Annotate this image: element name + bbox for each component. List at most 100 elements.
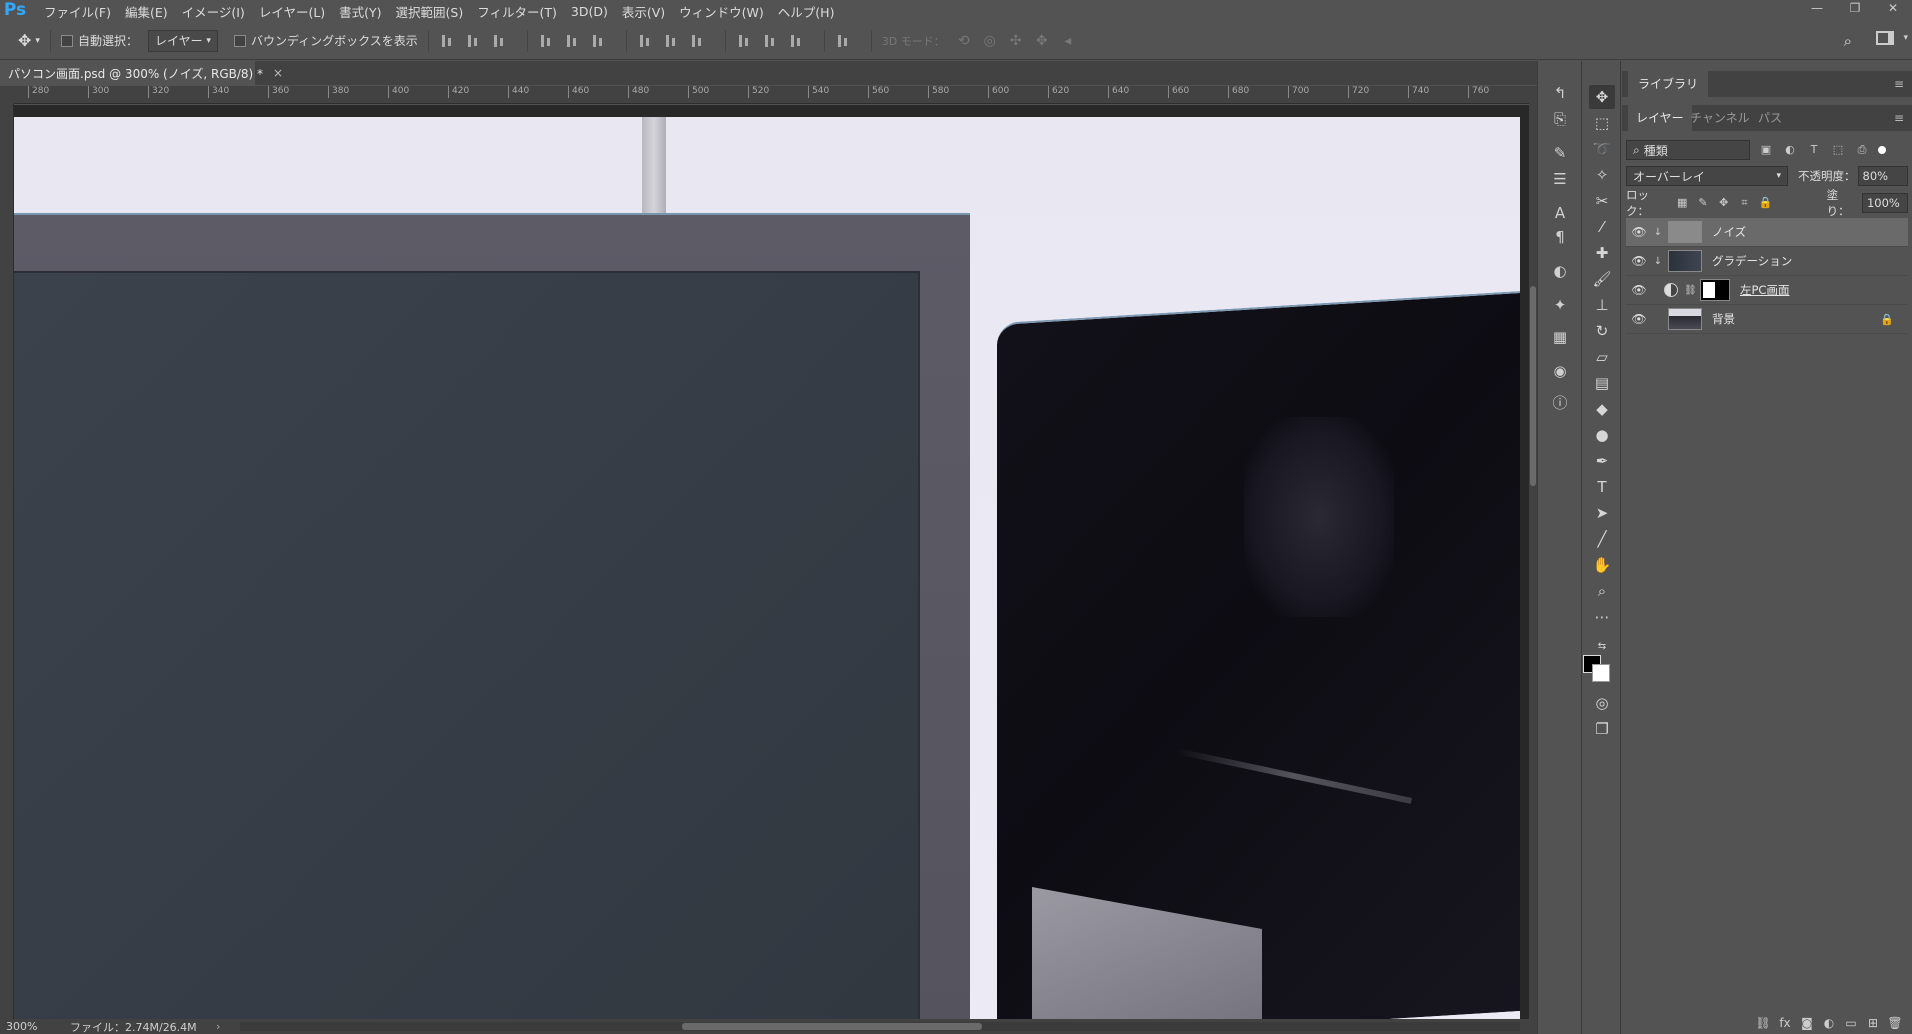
line-tool-icon[interactable]: ╱ (1589, 527, 1615, 551)
lock-position-icon[interactable]: ✥ (1717, 196, 1730, 210)
eyedropper-tool-icon[interactable]: ⁄ (1589, 215, 1615, 239)
new-layer-icon[interactable]: ⊞ (1862, 1016, 1884, 1030)
path-selection-tool-icon[interactable]: ➤ (1589, 501, 1615, 525)
quick-mask-icon[interactable]: ◎ (1589, 691, 1615, 715)
menu-edit[interactable]: 編集(E) (125, 2, 168, 21)
add-mask-icon[interactable]: ◙ (1796, 1016, 1818, 1030)
menu-help[interactable]: ヘルプ(H) (778, 2, 835, 21)
layer-name[interactable]: グラデーション (1712, 253, 1792, 269)
history-icon[interactable]: ↰ (1548, 81, 1572, 105)
layer-filter-dropdown[interactable]: ⌕ 種類 (1626, 140, 1750, 160)
dodge-tool-icon[interactable]: ● (1589, 423, 1615, 447)
distribute-hcenter-icon[interactable] (762, 33, 778, 49)
crop-tool-icon[interactable]: ✂ (1589, 189, 1615, 213)
magic-wand-tool-icon[interactable]: ✧ (1589, 163, 1615, 187)
pan-3d-icon[interactable]: ✣ (1007, 32, 1025, 50)
document-tab[interactable]: パソコン画面.psd @ 300% (ノイズ, RGB/8) * × (0, 61, 283, 85)
healing-brush-tool-icon[interactable]: ✚ (1589, 241, 1615, 265)
zoom-tool-icon[interactable]: ⌕ (1589, 579, 1615, 603)
lock-paint-icon[interactable]: ✎ (1697, 196, 1710, 210)
tab-paths[interactable]: パス (1750, 105, 1790, 131)
auto-align-icon[interactable] (835, 33, 851, 49)
menu-window[interactable]: ウィンドウ(W) (679, 2, 764, 21)
align-bottom-icon[interactable] (491, 33, 507, 49)
hand-tool-icon[interactable]: ✋ (1589, 553, 1615, 577)
more-tools-icon[interactable]: ⋯ (1589, 605, 1615, 629)
paragraph-icon[interactable]: ¶ (1548, 225, 1572, 249)
panel-menu-icon[interactable]: ≡ (1894, 111, 1908, 125)
menu-3d[interactable]: 3D(D) (571, 4, 608, 19)
align-right-icon[interactable] (590, 33, 606, 49)
blur-tool-icon[interactable]: ◆ (1589, 397, 1615, 421)
horizontal-ruler[interactable]: 280 300 320 340 360 380 400 420 440 460 … (14, 86, 1529, 104)
tab-channels[interactable]: チャンネル (1682, 105, 1758, 131)
layer-row[interactable]: 👁 ↓ ノイズ (1626, 218, 1908, 247)
type-filter-icon[interactable]: T (1806, 142, 1822, 158)
orbit-3d-icon[interactable]: ⟲ (955, 32, 973, 50)
marquee-tool-icon[interactable]: ⬚ (1589, 111, 1615, 135)
scale-3d-icon[interactable]: ◂ (1059, 32, 1077, 50)
distribute-bottom-icon[interactable] (689, 33, 705, 49)
brush-preset-icon[interactable]: ✎ (1548, 141, 1572, 165)
vertical-ruler[interactable] (0, 104, 14, 1020)
menu-file[interactable]: ファイル(F) (44, 2, 111, 21)
link-chain-icon[interactable]: ⛓ (1684, 285, 1697, 296)
distribute-vcenter-icon[interactable] (663, 33, 679, 49)
align-top-icon[interactable] (439, 33, 455, 49)
menu-type[interactable]: 書式(Y) (339, 2, 381, 21)
scroll-thumb[interactable] (682, 1023, 982, 1030)
search-icon[interactable]: ⌕ (1844, 32, 1852, 50)
menu-filter[interactable]: フィルター(T) (477, 2, 557, 21)
menu-select[interactable]: 選択範囲(S) (396, 2, 464, 21)
properties-icon[interactable]: ⎘ (1548, 107, 1572, 131)
minimize-button[interactable]: — (1798, 0, 1836, 18)
checkbox-box[interactable] (60, 34, 73, 47)
layer-name[interactable]: 背景 (1712, 311, 1735, 327)
auto-select-checkbox[interactable]: 自動選択： (60, 32, 138, 49)
adjustments-icon[interactable]: ☰ (1548, 167, 1572, 191)
layer-name[interactable]: ノイズ (1712, 224, 1746, 240)
layer-name[interactable]: 左PC画面 (1740, 282, 1789, 298)
gradient-tool-icon[interactable]: ▤ (1589, 371, 1615, 395)
adjustment-filter-icon[interactable]: ◐ (1782, 142, 1798, 158)
pixel-filter-icon[interactable]: ▣ (1758, 142, 1774, 158)
blend-mode-dropdown[interactable]: オーバーレイ ▾ (1626, 166, 1788, 186)
distribute-top-icon[interactable] (637, 33, 653, 49)
pen-tool-icon[interactable]: ✒ (1589, 449, 1615, 473)
zoom-level[interactable]: 300% (0, 1020, 60, 1033)
visibility-eye-icon[interactable]: 👁 (1626, 254, 1652, 268)
panel-menu-icon[interactable]: ≡ (1894, 77, 1908, 91)
move-tool-icon[interactable]: ✥ (1589, 85, 1615, 109)
lock-artboard-icon[interactable]: ⌗ (1738, 196, 1751, 210)
chevron-down-icon[interactable]: ▾ (1903, 33, 1908, 43)
filter-toggle[interactable] (1878, 146, 1886, 154)
navigator-icon[interactable]: ◉ (1548, 359, 1572, 383)
opacity-field[interactable]: 80% (1857, 166, 1908, 186)
horizontal-scrollbar[interactable] (240, 1022, 1520, 1031)
align-vcenter-icon[interactable] (465, 33, 481, 49)
distribute-right-icon[interactable] (788, 33, 804, 49)
tab-libraries[interactable]: ライブラリ (1628, 71, 1709, 97)
auto-select-target-dropdown[interactable]: レイヤー ▾ (147, 29, 218, 52)
menu-layer[interactable]: レイヤー(L) (259, 2, 325, 21)
trash-icon[interactable]: 🗑 (1884, 1016, 1906, 1030)
vertical-scrollbar[interactable] (1529, 86, 1537, 1020)
align-hcenter-icon[interactable] (564, 33, 580, 49)
info-icon[interactable]: ⓘ (1548, 391, 1572, 415)
layer-row[interactable]: 👁 ↓ グラデーション (1626, 247, 1908, 276)
type-tool-icon[interactable]: T (1589, 475, 1615, 499)
slide-3d-icon[interactable]: ✥ (1033, 32, 1051, 50)
styles-icon[interactable]: ✦ (1548, 293, 1572, 317)
layer-mask-thumbnail[interactable] (1700, 279, 1730, 301)
document-image[interactable] (14, 117, 1520, 1019)
canvas-area[interactable] (14, 105, 1529, 1019)
lock-transparent-icon[interactable]: ▦ (1676, 196, 1689, 210)
visibility-eye-icon[interactable]: 👁 (1626, 283, 1652, 297)
character-icon[interactable]: A (1548, 201, 1572, 225)
move-tool-preset[interactable]: ✥ ▾ (18, 31, 40, 50)
close-window-button[interactable]: ✕ (1874, 0, 1912, 18)
align-left-icon[interactable] (538, 33, 554, 49)
layer-row[interactable]: 👁 背景 🔒 (1626, 305, 1908, 334)
menu-image[interactable]: イメージ(I) (182, 2, 245, 21)
lock-all-icon[interactable]: 🔒 (1759, 196, 1773, 210)
